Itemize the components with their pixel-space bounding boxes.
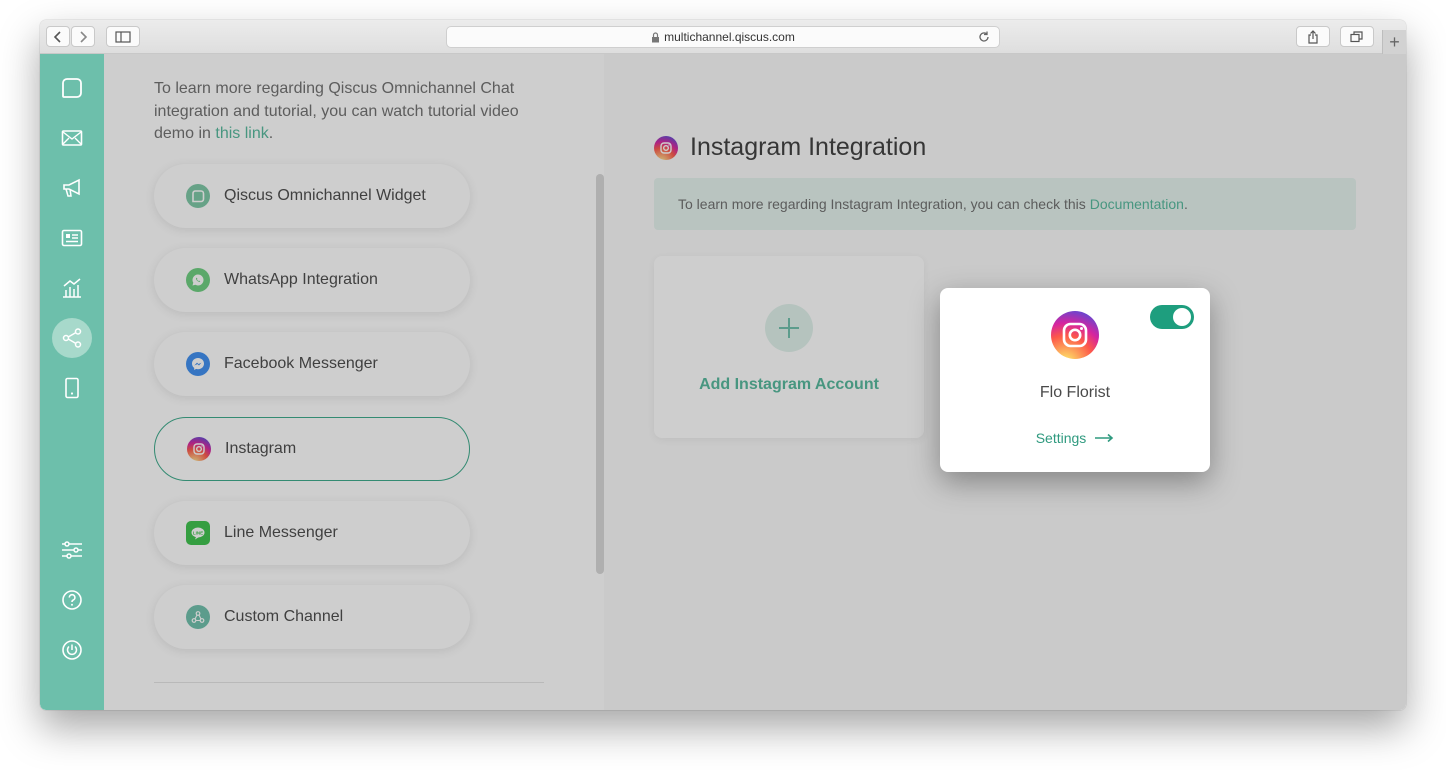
mobile-icon [65, 377, 79, 399]
plus-icon: + [1389, 31, 1400, 52]
power-icon [62, 640, 82, 660]
url-text: multichannel.qiscus.com [664, 30, 795, 44]
sidebar-item-mail[interactable] [52, 118, 92, 158]
sidebar-item-logout[interactable] [52, 630, 92, 670]
address-bar[interactable]: multichannel.qiscus.com [446, 26, 1000, 48]
chevron-right-icon [80, 30, 88, 43]
sidebar-toggle-button[interactable] [106, 26, 140, 47]
account-settings-link[interactable]: Settings [940, 430, 1210, 446]
browser-toolbar: multichannel.qiscus.com + [40, 20, 1406, 54]
contacts-icon [61, 229, 83, 247]
chat-icon [62, 78, 82, 98]
sidebar-item-settings[interactable] [52, 530, 92, 570]
back-button[interactable] [46, 26, 70, 47]
app-body: To learn more regarding Qiscus Omnichann… [40, 54, 1406, 710]
broadcast-icon [63, 178, 80, 197]
share-button[interactable] [1296, 26, 1330, 47]
analytics-icon [63, 278, 81, 298]
settings-sliders-icon [62, 541, 82, 559]
reload-icon[interactable] [977, 30, 991, 44]
sidebar-item-analytics[interactable] [52, 268, 92, 308]
new-tab-button[interactable]: + [1382, 30, 1406, 54]
share-icon [1308, 29, 1318, 44]
mail-icon [61, 130, 83, 146]
sidebar-item-integration[interactable] [52, 318, 92, 358]
sidebar-item-mobile[interactable] [52, 368, 92, 408]
modal-overlay[interactable] [104, 54, 1406, 710]
sidebar-item-chat[interactable] [52, 68, 92, 108]
sidebar-item-help[interactable] [52, 580, 92, 620]
chevron-left-icon [53, 30, 61, 43]
account-enabled-toggle[interactable] [1150, 305, 1194, 329]
settings-label: Settings [1035, 430, 1087, 446]
arrow-right-icon [1095, 433, 1114, 443]
instagram-logo-icon [1051, 311, 1099, 359]
browser-window: multichannel.qiscus.com + To learn more … [40, 20, 1406, 710]
integration-icon [62, 328, 82, 348]
sidebar-panel-icon [115, 30, 131, 43]
help-icon [62, 590, 82, 610]
sidebar-item-contacts[interactable] [52, 218, 92, 258]
instagram-account-card: Flo Florist Settings [940, 288, 1210, 472]
tabs-icon [1350, 30, 1363, 42]
tabs-overview-button[interactable] [1340, 26, 1374, 47]
main-sidebar [40, 54, 104, 710]
account-name: Flo Florist [1039, 384, 1111, 401]
toggle-knob [1173, 308, 1191, 326]
forward-button[interactable] [71, 26, 95, 47]
lock-icon [652, 31, 660, 42]
sidebar-item-broadcast[interactable] [52, 168, 92, 208]
